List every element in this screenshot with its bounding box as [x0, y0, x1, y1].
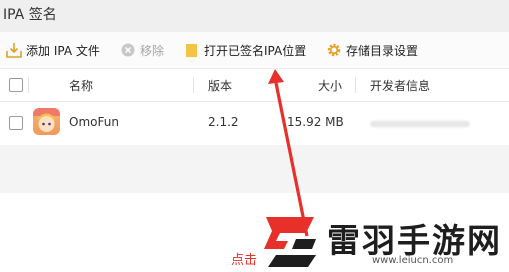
click-annotation: 点击 [231, 253, 258, 268]
watermark-url: www.leiucn.com [372, 255, 454, 266]
brand-logo-icon [264, 217, 316, 267]
